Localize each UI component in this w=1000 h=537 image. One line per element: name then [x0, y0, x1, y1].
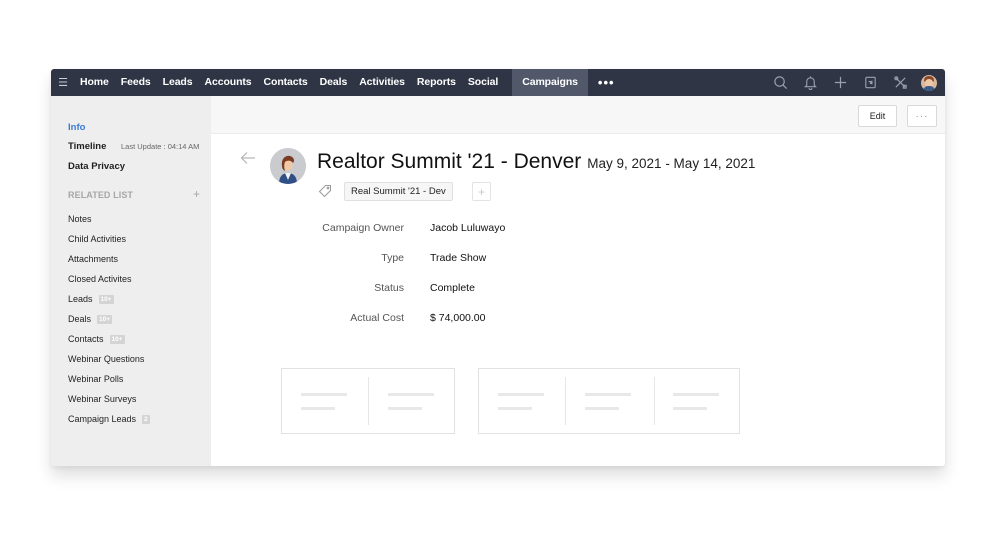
related-list-item-label: Webinar Questions — [68, 354, 145, 364]
search-icon[interactable] — [765, 69, 795, 96]
top-navigation-bar: ☰ Home Feeds Leads Accounts Contacts Dea… — [51, 69, 945, 96]
field-value[interactable]: $ 74,000.00 — [430, 312, 485, 324]
field-value[interactable]: Jacob Luluwayo — [430, 222, 505, 234]
add-tag-button[interactable]: + — [472, 182, 491, 201]
related-list-item-label: Closed Activites — [68, 274, 132, 284]
related-list-heading: RELATED LIST — [68, 190, 134, 200]
count-badge: 10+ — [109, 334, 125, 344]
related-list-item-label: Deals — [68, 314, 92, 324]
related-list-item-label: Notes — [68, 214, 92, 224]
count-badge: 10+ — [98, 294, 114, 304]
nav-item-contacts[interactable]: Contacts — [258, 69, 314, 96]
edit-button[interactable]: Edit — [858, 105, 897, 127]
nav-item-reports[interactable]: Reports — [411, 69, 462, 96]
related-list-item-label: Webinar Surveys — [68, 394, 137, 404]
related-list-item[interactable]: Campaign Leads 2 — [68, 409, 150, 429]
field-value[interactable]: Complete — [430, 282, 475, 294]
related-list-item[interactable]: Leads 10+ — [68, 289, 150, 309]
field-label: Type — [381, 252, 404, 264]
record-heading: Realtor Summit '21 - Denver May 9, 2021 … — [317, 150, 755, 174]
count-badge: 2 — [142, 414, 150, 424]
count-badge: 10+ — [97, 314, 113, 324]
hamburger-icon[interactable]: ☰ — [52, 69, 74, 96]
related-list-item[interactable]: Notes — [68, 209, 150, 229]
nav-item-home[interactable]: Home — [74, 69, 115, 96]
record-toolbar: Edit ··· — [211, 96, 945, 134]
nav-utility-icons — [765, 69, 945, 96]
related-list-item-label: Contacts — [68, 334, 104, 344]
app-window: ☰ Home Feeds Leads Accounts Contacts Dea… — [51, 69, 945, 466]
placeholder-card-1 — [281, 368, 455, 434]
field-label: Status — [374, 282, 404, 294]
placeholder-card-2 — [478, 368, 740, 434]
campaign-dates: May 9, 2021 - May 14, 2021 — [587, 156, 756, 171]
nav-item-social[interactable]: Social — [462, 69, 504, 96]
related-list-item[interactable]: Closed Activites — [68, 269, 150, 289]
related-list-item-label: Attachments — [68, 254, 119, 264]
sidebar: Info Timeline Last Update : 04:14 AM Dat… — [51, 96, 211, 466]
nav-item-feeds[interactable]: Feeds — [115, 69, 157, 96]
related-list-item[interactable]: Webinar Polls — [68, 369, 150, 389]
related-list-item-label: Webinar Polls — [68, 374, 124, 384]
field-value[interactable]: Trade Show — [430, 252, 486, 264]
related-list-item-label: Leads — [68, 294, 93, 304]
nav-item-deals[interactable]: Deals — [314, 69, 354, 96]
related-list-item[interactable]: Contacts 10+ — [68, 329, 150, 349]
related-list-item[interactable]: Webinar Surveys — [68, 389, 150, 409]
field-row: Status Complete — [211, 282, 711, 302]
field-label: Campaign Owner — [322, 222, 404, 234]
add-related-list-button[interactable]: + — [193, 187, 200, 201]
nav-item-accounts[interactable]: Accounts — [199, 69, 258, 96]
more-actions-button[interactable]: ··· — [907, 105, 937, 127]
calendar-icon[interactable] — [855, 69, 885, 96]
tools-icon[interactable] — [885, 69, 915, 96]
related-list-item[interactable]: Attachments — [68, 249, 150, 269]
field-row: Type Trade Show — [211, 252, 711, 272]
sidebar-item-data-privacy[interactable]: Data Privacy — [68, 161, 125, 172]
nav-item-activities[interactable]: Activities — [353, 69, 411, 96]
field-row: Campaign Owner Jacob Luluwayo — [211, 222, 711, 242]
related-list-item[interactable]: Child Activities — [68, 229, 150, 249]
field-row: Actual Cost $ 74,000.00 — [211, 312, 711, 332]
related-list-item[interactable]: Deals 10+ — [68, 309, 150, 329]
tag-chip[interactable]: Real Summit '21 - Dev — [344, 182, 453, 201]
more-modules-button[interactable]: ••• — [588, 69, 625, 96]
campaign-name: Realtor Summit '21 - Denver — [317, 150, 582, 173]
nav-item-campaigns[interactable]: Campaigns — [512, 69, 588, 96]
tag-icon — [318, 184, 332, 198]
last-update-text: Last Update : 04:14 AM — [121, 142, 200, 151]
sidebar-item-timeline[interactable]: Timeline — [68, 141, 106, 152]
nav-item-leads[interactable]: Leads — [157, 69, 199, 96]
record-detail-panel: Edit ··· Realtor Summit '21 - Denver May… — [211, 96, 945, 466]
related-list-item[interactable]: Webinar Questions — [68, 349, 150, 369]
bell-icon[interactable] — [795, 69, 825, 96]
campaign-owner-avatar — [270, 148, 306, 184]
back-arrow-icon[interactable] — [240, 151, 256, 165]
related-list-item-label: Child Activities — [68, 234, 127, 244]
sidebar-item-info[interactable]: Info — [68, 122, 85, 133]
related-list: Notes Child Activities Attachments Closed A… — [68, 209, 150, 429]
field-label: Actual Cost — [350, 312, 404, 324]
user-avatar[interactable] — [921, 74, 937, 91]
related-list-item-label: Campaign Leads — [68, 414, 137, 424]
plus-icon[interactable] — [825, 69, 855, 96]
